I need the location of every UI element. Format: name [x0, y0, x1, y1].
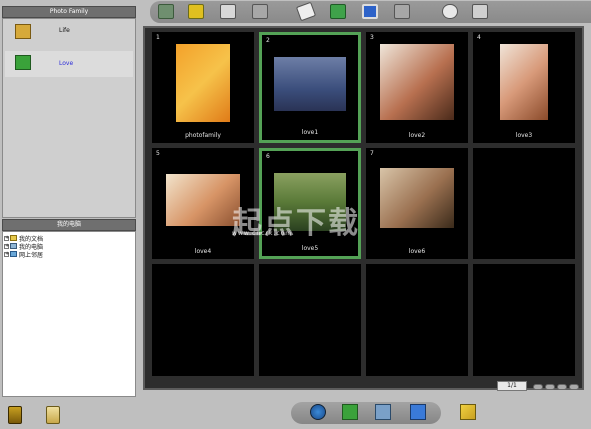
globe-icon[interactable] [310, 404, 326, 420]
album-item-love[interactable]: Love [5, 51, 133, 77]
photo-caption: love4 [194, 248, 212, 255]
open-folder-icon[interactable] [188, 4, 204, 19]
album-icon[interactable] [410, 404, 426, 420]
pencil-icon[interactable] [460, 404, 476, 420]
albums-title: Photo Family [2, 6, 136, 18]
computer-title: 我的电脑 [2, 219, 136, 231]
expand-icon[interactable]: + [4, 251, 9, 257]
photo-caption: love6 [408, 248, 426, 255]
photo-caption: love2 [408, 132, 426, 139]
page-indicator: 1/1 [497, 381, 527, 391]
photo-cell[interactable]: 6 love5 [259, 148, 361, 259]
photo-cell[interactable]: 7 love6 [366, 148, 468, 259]
photo-thumbnail [380, 44, 454, 120]
computer-icon [10, 243, 17, 249]
album-icon [15, 55, 31, 70]
slideshow-icon[interactable] [362, 4, 378, 19]
top-toolbar [150, 1, 591, 23]
book-icon[interactable] [342, 404, 358, 420]
tree-item-label: 网上邻居 [19, 251, 44, 259]
tree-item-network[interactable]: + 网上邻居 [4, 250, 134, 259]
save-disk-icon[interactable] [252, 4, 268, 19]
cell-index: 7 [370, 150, 374, 157]
photo-cell-empty[interactable] [366, 264, 468, 376]
eraser-icon[interactable] [295, 1, 317, 22]
cell-index: 2 [266, 37, 270, 44]
folder-tree: + 我的文档 + 我的电脑 + 网上邻居 [2, 231, 136, 397]
photo-caption: love1 [301, 129, 319, 136]
folder-icon [10, 235, 17, 241]
cell-index: 5 [156, 150, 160, 157]
cell-index: 1 [156, 34, 160, 41]
photo-thumbnail [274, 57, 346, 111]
camera-icon[interactable] [375, 404, 391, 420]
photo-cell-empty[interactable] [259, 264, 361, 376]
network-icon [10, 251, 17, 257]
photo-caption: love3 [515, 132, 533, 139]
photo-caption: love5 [301, 245, 319, 252]
left-panel: Photo Family Life Love 我的电脑 + 我的文档 + 我的电… [2, 6, 136, 398]
cell-index: 3 [370, 34, 374, 41]
photo-thumbnail [166, 174, 240, 226]
photo-grid: 1 photofamily 2 love1 3 love2 4 love3 5 … [143, 26, 584, 390]
album-label: Love [59, 60, 74, 67]
expand-icon[interactable]: + [4, 243, 9, 249]
photo-cell[interactable]: 5 love4 [152, 148, 254, 259]
last-page-button[interactable] [569, 384, 579, 390]
album-item-life[interactable]: Life [5, 23, 133, 45]
photo-cell-empty[interactable] [152, 264, 254, 376]
cell-index: 6 [266, 153, 270, 160]
photo-thumbnail [176, 44, 230, 122]
photo-scan-icon[interactable] [158, 4, 174, 19]
cell-index: 4 [477, 34, 481, 41]
properties-icon[interactable] [472, 4, 488, 19]
photo-thumbnail [500, 44, 548, 120]
trash-full-icon[interactable] [8, 406, 22, 424]
album-icon [15, 24, 31, 39]
photo-cell-empty[interactable] [473, 148, 575, 259]
expand-icon[interactable]: + [4, 235, 9, 241]
next-page-button[interactable] [557, 384, 567, 390]
prev-page-button[interactable] [545, 384, 555, 390]
edit-image-icon[interactable] [330, 4, 346, 19]
first-page-button[interactable] [533, 384, 543, 390]
photo-caption: photofamily [185, 132, 221, 139]
photo-cell[interactable]: 1 photofamily [152, 32, 254, 143]
computer-panel: 我的电脑 + 我的文档 + 我的电脑 + 网上邻居 [2, 219, 136, 398]
email-icon[interactable] [442, 4, 458, 19]
photo-cell-empty[interactable] [473, 264, 575, 376]
trash-empty-icon[interactable] [46, 406, 60, 424]
photo-cell[interactable]: 2 love1 [259, 32, 361, 143]
scanner-icon[interactable] [220, 4, 236, 19]
album-list: Life Love [2, 18, 136, 218]
photo-cell[interactable]: 3 love2 [366, 32, 468, 143]
photo-cell[interactable]: 4 love3 [473, 32, 575, 143]
photo-thumbnail [380, 168, 454, 228]
print-icon[interactable] [394, 4, 410, 19]
photo-thumbnail [274, 173, 346, 231]
album-label: Life [59, 27, 70, 34]
